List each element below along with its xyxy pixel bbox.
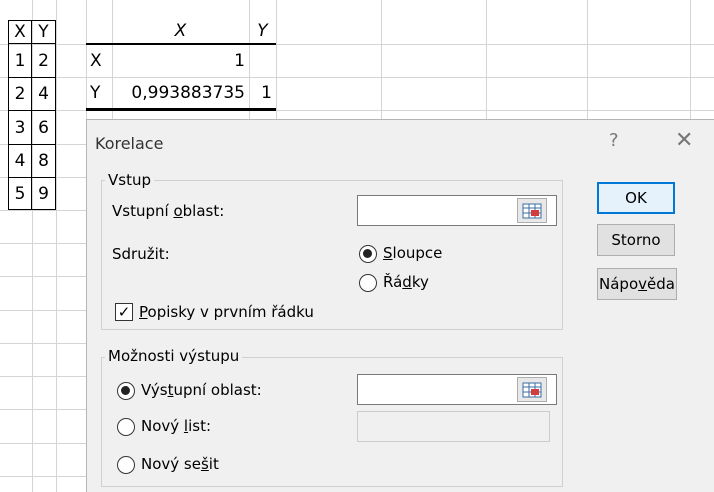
input-group-legend: Vstup (105, 171, 154, 189)
data-cell[interactable]: 4 (31, 77, 56, 111)
data-cell[interactable]: 6 (31, 110, 56, 145)
rows-label: Řádky (383, 273, 429, 291)
data-cell[interactable]: 2 (31, 43, 56, 78)
help-icon[interactable]: ? (609, 130, 619, 151)
output-group-legend: Možnosti výstupu (105, 347, 243, 365)
new-sheet-radio[interactable] (117, 418, 135, 436)
labels-checkbox-label: Popisky v prvním řádku (139, 303, 314, 321)
new-workbook-radio[interactable] (117, 456, 135, 474)
output-range-label: Výstupní oblast: (141, 381, 262, 399)
input-range-label: Vstupní oblast: (112, 202, 225, 220)
group-by-label: Sdružit: (112, 245, 170, 263)
table-bottom-border (86, 108, 276, 111)
data-cell[interactable]: 5 (8, 177, 32, 210)
columns-radio[interactable] (359, 245, 377, 263)
close-icon[interactable]: ✕ (675, 128, 693, 153)
data-cell[interactable]: 2 (8, 77, 32, 111)
corr-header-y[interactable]: Y (249, 18, 276, 43)
new-sheet-field[interactable] (357, 411, 550, 442)
rows-radio[interactable] (359, 274, 377, 292)
corr-cell[interactable]: 1 (249, 77, 276, 108)
correlation-dialog: Korelace ? ✕ Vstup Vstupní oblast: Sdruž… (86, 119, 714, 492)
help-button[interactable]: Nápo v ěda (597, 268, 677, 300)
data-cell[interactable]: 8 (31, 144, 56, 178)
header-y[interactable]: Y (31, 20, 56, 44)
range-selector-icon[interactable] (517, 198, 547, 223)
labels-checkbox[interactable]: ✓ (115, 303, 133, 321)
ok-button[interactable]: OK (597, 182, 675, 214)
output-range-radio[interactable] (117, 382, 135, 400)
corr-cell[interactable]: 0,993883735 (112, 77, 249, 108)
corr-header-x[interactable]: X (112, 18, 249, 43)
data-cell[interactable]: 1 (8, 43, 32, 78)
header-x[interactable]: X (8, 20, 32, 44)
cancel-button[interactable]: Storno (597, 224, 675, 256)
new-workbook-label: Nový sešit (141, 455, 219, 473)
new-sheet-label: Nový list: (141, 417, 212, 435)
corr-row-label[interactable]: X (86, 45, 112, 77)
columns-label: Sloupce (383, 244, 443, 262)
range-selector-icon[interactable] (517, 377, 547, 402)
data-cell[interactable]: 3 (8, 110, 32, 145)
data-cell[interactable]: 4 (8, 144, 32, 178)
dialog-title: Korelace (95, 134, 164, 153)
corr-cell[interactable]: 1 (112, 45, 249, 77)
data-cell[interactable]: 9 (31, 177, 56, 210)
corr-row-label[interactable]: Y (86, 77, 112, 108)
